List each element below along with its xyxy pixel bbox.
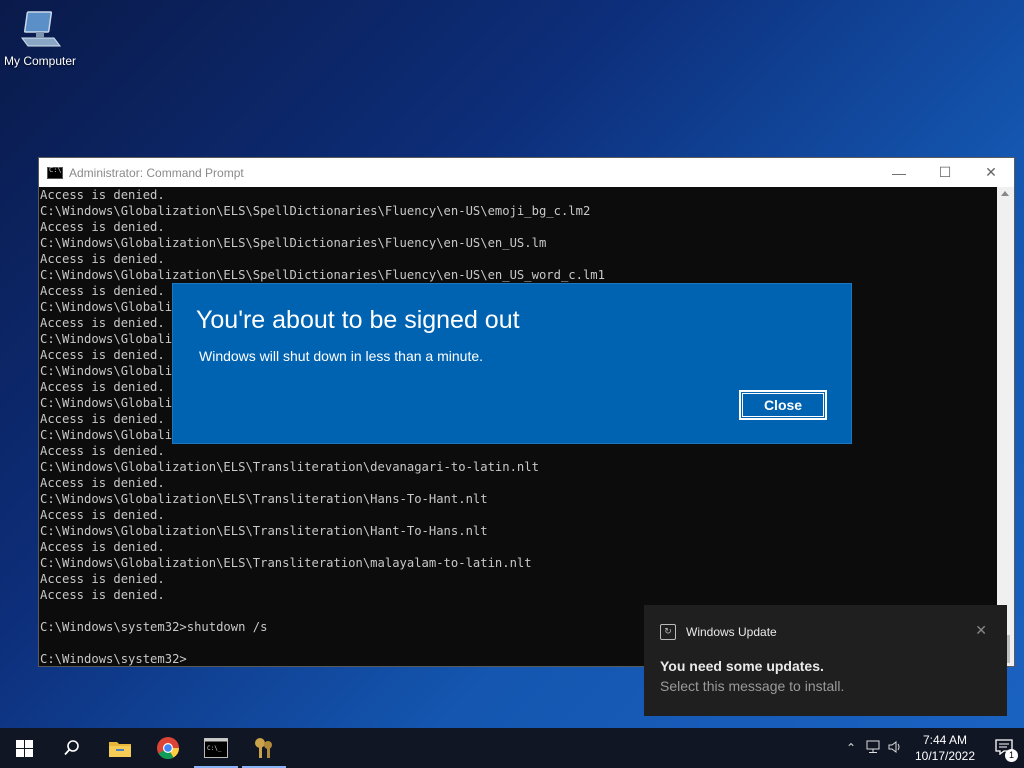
console-line: C:\Windows\Globalization\ELS\Translitera… [40,556,532,570]
sign-out-dialog: You're about to be signed out Windows wi… [172,283,852,444]
console-line: Access is denied. [40,444,165,458]
cmd-app-icon [47,166,63,179]
scroll-up-arrow-icon[interactable] [1001,191,1009,196]
vertical-scrollbar[interactable] [997,187,1014,666]
console-line: C:\Windows\Globalization\ELS\SpellDictio… [40,236,547,250]
console-line: C:\Windows\Globalization\ELS\Translitera… [40,492,488,506]
notification-count-badge: 1 [1005,748,1018,762]
taskbar: C:\_ ⌃ 7:44 AM 10/17/2022 1 [0,728,1024,768]
network-icon[interactable] [862,740,884,757]
clock-date: 10/17/2022 [914,749,976,763]
close-button[interactable]: Close [738,389,828,421]
console-line: Access is denied. [40,572,165,586]
notification-app-name: Windows Update [686,625,777,639]
window-title: Administrator: Command Prompt [69,165,244,180]
console-line: C:\Windows\Globalization\ELS\SpellDictio… [40,204,591,218]
start-button[interactable] [0,728,48,768]
dialog-title: You're about to be signed out [196,306,520,334]
close-window-button[interactable]: ✕ [968,158,1014,187]
dismiss-icon[interactable]: ✕ [975,622,987,639]
chrome-button[interactable] [144,728,192,768]
title-bar[interactable]: Administrator: Command Prompt — ☐ ✕ [39,158,1014,187]
file-explorer-button[interactable] [96,728,144,768]
maximize-button[interactable]: ☐ [922,158,968,187]
clock-time: 7:44 AM [922,733,968,747]
refresh-icon: ↻ [660,624,676,640]
file-explorer-icon [109,742,131,757]
console-line: Access is denied. [40,588,165,602]
chrome-icon [157,737,179,759]
console-line: Access is denied. [40,220,165,234]
desktop-icon-label: My Computer [3,54,77,68]
start-icon [15,739,33,757]
computer-icon [18,8,62,52]
console-line: Access is denied. [40,508,165,522]
notification-title: You need some updates. [660,658,824,674]
command-prompt-taskbar-button[interactable]: C:\_ [192,728,240,768]
notification-body: Select this message to install. [660,678,845,694]
chevron-up-icon[interactable]: ⌃ [840,741,862,755]
svg-text:C:\_: C:\_ [207,745,222,752]
minimize-button[interactable]: — [876,158,922,187]
volume-icon[interactable] [884,740,906,757]
console-line: Access is denied. [40,540,165,554]
windows-update-notification[interactable]: ↻ Windows Update ✕ You need some updates… [644,605,1007,716]
console-line: Access is denied. [40,476,165,490]
console-line: Access is denied. [40,188,165,202]
keys-taskbar-button[interactable] [240,728,288,768]
search-icon [64,740,79,756]
console-line: C:\Windows\Globalization\ELS\SpellDictio… [40,268,605,282]
console-line: C:\Windows\Globalization\ELS\Translitera… [40,524,488,538]
keys-icon [255,738,272,758]
system-tray: ⌃ 7:44 AM 10/17/2022 1 [840,728,1024,768]
search-button[interactable] [48,728,96,768]
clock[interactable]: 7:44 AM 10/17/2022 [906,732,984,764]
console-line: C:\Windows\Globalization\ELS\Translitera… [40,460,539,474]
console-line: Access is denied. [40,252,165,266]
dialog-message: Windows will shut down in less than a mi… [199,348,484,364]
desktop-icon-my-computer[interactable]: My Computer [2,8,78,68]
cmd-icon: C:\_ [204,738,228,758]
action-center-button[interactable]: 1 [984,738,1024,762]
